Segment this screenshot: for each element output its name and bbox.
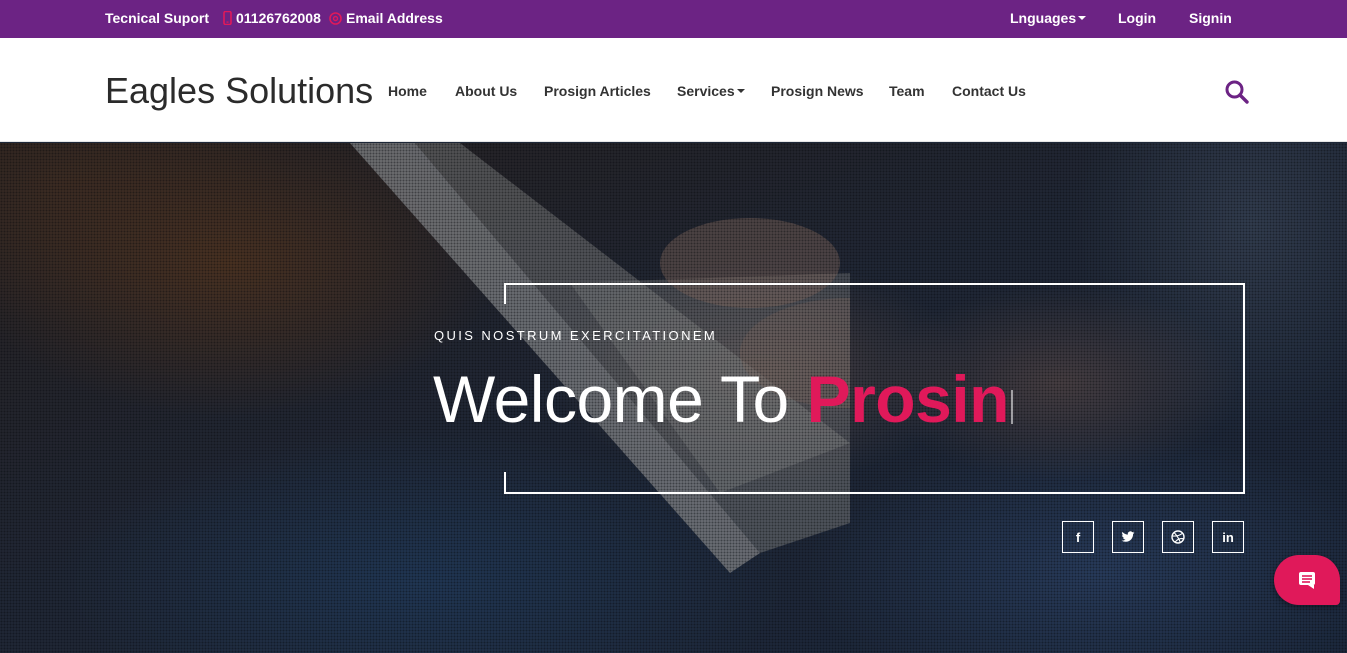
brand-logo[interactable]: Eagles Solutions: [105, 71, 373, 111]
email-address: Email Address: [346, 10, 443, 26]
linkedin-button[interactable]: in: [1212, 521, 1244, 553]
phone-number: 01126762008: [236, 10, 321, 26]
nav-team[interactable]: Team: [889, 83, 925, 100]
languages-dropdown[interactable]: Lnguages: [1010, 10, 1087, 27]
hero-kicker: QUIS NOSTRUM EXERCITATIONEM: [434, 328, 718, 343]
search-icon[interactable]: [1224, 79, 1250, 105]
nav-prosign-articles[interactable]: Prosign Articles: [544, 83, 651, 100]
hero-headline: Welcome To Prosin: [433, 361, 1013, 437]
nav-services-label: Services: [677, 83, 735, 99]
hero-frame: [504, 283, 1245, 304]
dribbble-icon: [1171, 530, 1185, 544]
twitter-icon: [1121, 531, 1135, 542]
caret-down-icon: [736, 89, 745, 93]
languages-label: Lnguages: [1010, 10, 1077, 26]
nav-prosign-news[interactable]: Prosign News: [771, 83, 864, 100]
chat-icon: [1299, 572, 1315, 589]
nav-services[interactable]: Services: [677, 83, 745, 100]
dribbble-button[interactable]: [1162, 521, 1194, 553]
signin-link[interactable]: Signin: [1189, 10, 1232, 27]
mobile-phone-icon: [223, 11, 232, 25]
hero-headline-plain: Welcome To: [433, 362, 789, 436]
nav-contact-us[interactable]: Contact Us: [952, 83, 1026, 100]
twitter-button[interactable]: [1112, 521, 1144, 553]
facebook-button[interactable]: f: [1062, 521, 1094, 553]
phone-contact[interactable]: 01126762008: [223, 10, 321, 27]
nav-about-us[interactable]: About Us: [455, 83, 517, 100]
support-label: Tecnical Suport: [105, 10, 209, 26]
top-bar: Tecnical Suport 01126762008 Email Addres…: [0, 0, 1347, 38]
email-contact[interactable]: Email Address: [329, 10, 443, 27]
nav-home[interactable]: Home: [388, 83, 427, 100]
typing-cursor: [1010, 390, 1013, 424]
linkedin-icon: in: [1222, 529, 1234, 545]
facebook-icon: f: [1075, 529, 1081, 545]
at-sign-icon: [329, 12, 342, 25]
hero-banner: QUIS NOSTRUM EXERCITATIONEM Welcome To P…: [0, 143, 1347, 653]
login-link[interactable]: Login: [1118, 10, 1156, 27]
main-header: Eagles Solutions Home About Us Prosign A…: [0, 38, 1347, 142]
hero-headline-accent: Prosin: [806, 362, 1010, 436]
caret-down-icon: [1078, 16, 1087, 20]
chat-widget-button[interactable]: [1274, 555, 1340, 605]
